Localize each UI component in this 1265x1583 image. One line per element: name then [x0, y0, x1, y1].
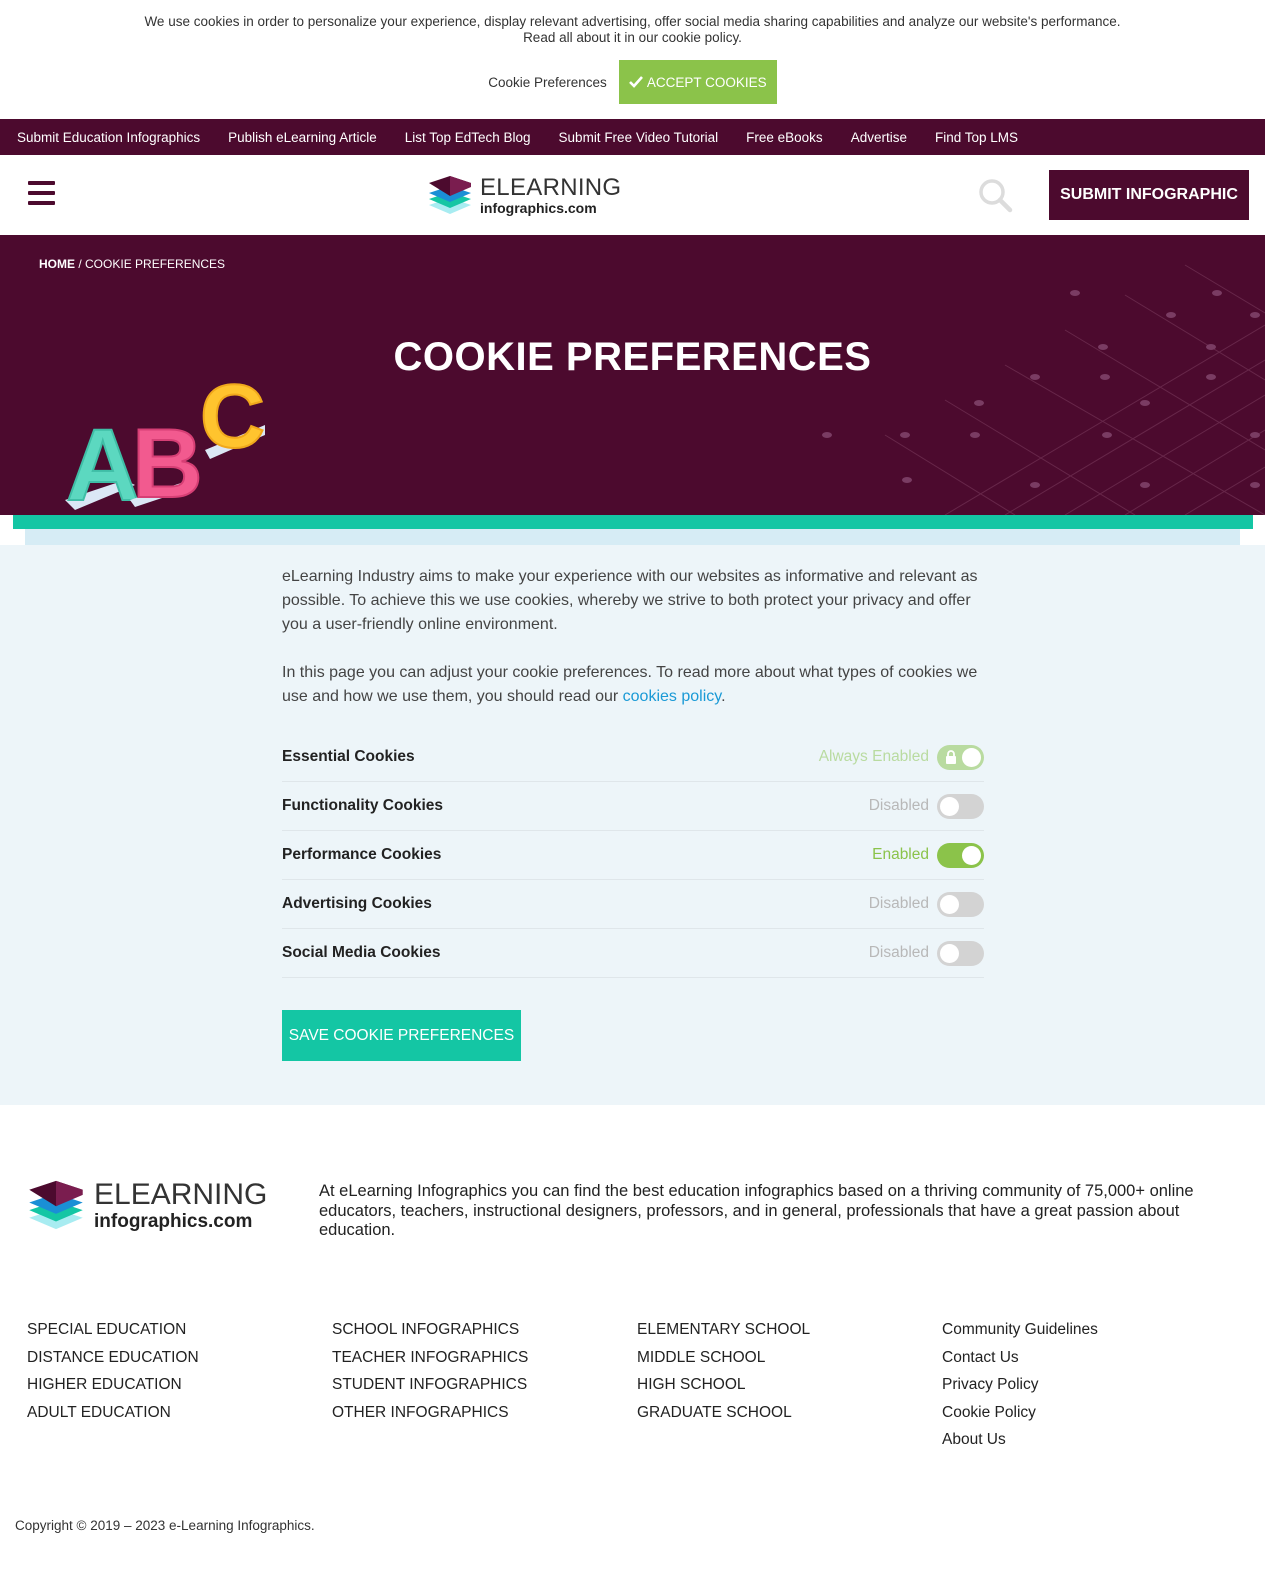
cookie-banner: We use cookies in order to personalize y…: [0, 0, 1265, 119]
save-cookie-preferences-button[interactable]: SAVE COOKIE PREFERENCES: [282, 1010, 521, 1061]
footer-link[interactable]: TEACHER INFOGRAPHICS: [332, 1344, 637, 1372]
footer-link[interactable]: DISTANCE EDUCATION: [27, 1344, 332, 1372]
cookie-name: Advertising Cookies: [282, 895, 432, 912]
footer-link[interactable]: ADULT EDUCATION: [27, 1399, 332, 1427]
intro-paragraph: eLearning Industry aims to make your exp…: [282, 568, 978, 633]
copyright-text: Copyright © 2019 – 2023 e-Learning Infog…: [15, 1518, 315, 1533]
logo-text-big: ELEARNING: [480, 173, 622, 201]
footer-column-infographics: SCHOOL INFOGRAPHICS TEACHER INFOGRAPHICS…: [332, 1316, 637, 1454]
social-media-cookies-toggle[interactable]: [937, 940, 984, 966]
logo-mark-icon: [429, 176, 471, 214]
footer-logo-text-big: ELEARNING: [94, 1177, 268, 1211]
cookie-name: Functionality Cookies: [282, 797, 444, 814]
footer-column-company: Community Guidelines Contact Us Privacy …: [942, 1316, 1247, 1454]
letter-c-block: C: [199, 366, 266, 468]
cookie-row-performance: Performance Cookies Enabled: [282, 831, 984, 880]
top-nav-item-submit-education-infographics[interactable]: Submit Education Infographics: [17, 130, 200, 145]
footer-link[interactable]: GRADUATE SCHOOL: [637, 1399, 942, 1427]
abc-blocks-illustration: C A B: [65, 366, 266, 515]
footer-link[interactable]: Contact Us: [942, 1344, 1247, 1372]
footer-link[interactable]: Community Guidelines: [942, 1316, 1247, 1344]
cookie-name: Performance Cookies: [282, 846, 442, 863]
svg-text:C: C: [200, 367, 265, 467]
accept-cookies-label: ACCEPT COOKIES: [646, 74, 767, 90]
breadcrumb-home[interactable]: HOME: [39, 257, 75, 271]
cookie-state: Disabled: [868, 895, 929, 912]
essential-cookies-toggle: [937, 744, 984, 770]
hero-light-divider: [25, 529, 1240, 545]
top-nav-item-find-lms[interactable]: Find Top LMS: [935, 130, 1018, 145]
adjust-end: .: [721, 688, 726, 705]
footer-column-education: SPECIAL EDUCATION DISTANCE EDUCATION HIG…: [27, 1316, 332, 1454]
search-icon[interactable]: [977, 177, 1013, 213]
cookie-state: Enabled: [872, 846, 929, 863]
cookie-preferences-link[interactable]: Cookie Preferences: [488, 75, 607, 90]
site-header: ELEARNING infographics.com SUBMIT INFOGR…: [0, 155, 1265, 235]
letter-a-block: A: [65, 407, 141, 515]
footer-logo-mark-icon: [29, 1180, 83, 1230]
submit-infographic-button[interactable]: SUBMIT INFOGRAPHIC: [1049, 170, 1249, 220]
top-nav-item-free-ebooks[interactable]: Free eBooks: [746, 130, 823, 145]
functionality-cookies-toggle[interactable]: [937, 793, 984, 819]
top-nav-item-video-tutorial[interactable]: Submit Free Video Tutorial: [559, 130, 719, 145]
footer-link[interactable]: HIGHER EDUCATION: [27, 1371, 332, 1399]
svg-text:B: B: [132, 408, 203, 515]
top-nav-item-edtech-blog[interactable]: List Top EdTech Blog: [405, 130, 531, 145]
letter-b-block: B: [130, 407, 204, 515]
footer-link[interactable]: Cookie Policy: [942, 1399, 1247, 1427]
cookie-name: Social Media Cookies: [282, 944, 441, 961]
cookies-policy-link[interactable]: cookies policy: [623, 688, 721, 705]
footer-link[interactable]: SPECIAL EDUCATION: [27, 1316, 332, 1344]
footer-column-schools: ELEMENTARY SCHOOL MIDDLE SCHOOL HIGH SCH…: [637, 1316, 942, 1454]
site-logo[interactable]: ELEARNING infographics.com: [428, 174, 621, 216]
hamburger-icon[interactable]: [28, 181, 55, 205]
top-nav: Submit Education Infographics Publish eL…: [0, 119, 1265, 155]
cookie-banner-line2[interactable]: Read all about it in our cookie policy.: [0, 30, 1265, 46]
cookie-banner-message: We use cookies in order to personalize y…: [0, 14, 1265, 46]
lock-icon: [946, 749, 956, 764]
footer-logo[interactable]: ELEARNING infographics.com: [28, 1178, 267, 1232]
cookie-state: Disabled: [868, 944, 929, 961]
footer-link[interactable]: OTHER INFOGRAPHICS: [332, 1399, 637, 1427]
accept-cookies-button[interactable]: ACCEPT COOKIES: [618, 60, 777, 104]
footer-link[interactable]: ELEMENTARY SCHOOL: [637, 1316, 942, 1344]
cookie-list: Essential Cookies Always Enabled Functio…: [282, 733, 984, 978]
hero-teal-divider: [13, 515, 1253, 529]
performance-cookies-toggle[interactable]: [937, 842, 984, 868]
cookie-row-social-media: Social Media Cookies Disabled: [282, 929, 984, 978]
cookie-preferences-content: eLearning Industry aims to make your exp…: [0, 545, 1265, 1105]
breadcrumb-current: COOKIE PREFERENCES: [85, 257, 226, 271]
breadcrumb: HOME / COOKIE PREFERENCES: [39, 257, 225, 271]
cookie-name: Essential Cookies: [282, 748, 415, 765]
check-icon: [628, 76, 643, 88]
top-nav-item-advertise[interactable]: Advertise: [851, 130, 907, 145]
footer-logo-text-small: infographics.com: [94, 1210, 253, 1232]
footer-link[interactable]: Privacy Policy: [942, 1371, 1247, 1399]
footer-link[interactable]: About Us: [942, 1426, 1247, 1454]
breadcrumb-separator: /: [75, 257, 86, 271]
adjust-paragraph: In this page you can adjust your cookie …: [282, 661, 984, 709]
cookie-state: Always Enabled: [818, 748, 929, 765]
footer-link[interactable]: SCHOOL INFOGRAPHICS: [332, 1316, 637, 1344]
cookie-row-advertising: Advertising Cookies Disabled: [282, 880, 984, 929]
footer-link[interactable]: STUDENT INFOGRAPHICS: [332, 1371, 637, 1399]
top-nav-item-publish-article[interactable]: Publish eLearning Article: [228, 130, 377, 145]
cookie-row-essential: Essential Cookies Always Enabled: [282, 733, 984, 782]
cookie-row-functionality: Functionality Cookies Disabled: [282, 782, 984, 831]
advertising-cookies-toggle[interactable]: [937, 891, 984, 917]
svg-text:A: A: [66, 408, 140, 515]
footer-about-text: At eLearning Infographics you can find t…: [319, 1182, 1194, 1239]
cookie-banner-line1: We use cookies in order to personalize y…: [144, 14, 1121, 29]
cookie-state: Disabled: [868, 797, 929, 814]
hero-banner: HOME / COOKIE PREFERENCES COOKIE PREFERE…: [0, 235, 1265, 515]
footer-link[interactable]: MIDDLE SCHOOL: [637, 1344, 942, 1372]
footer-link[interactable]: HIGH SCHOOL: [637, 1371, 942, 1399]
logo-text-small: infographics.com: [480, 199, 597, 216]
footer-link-columns: SPECIAL EDUCATION DISTANCE EDUCATION HIG…: [27, 1316, 1247, 1454]
